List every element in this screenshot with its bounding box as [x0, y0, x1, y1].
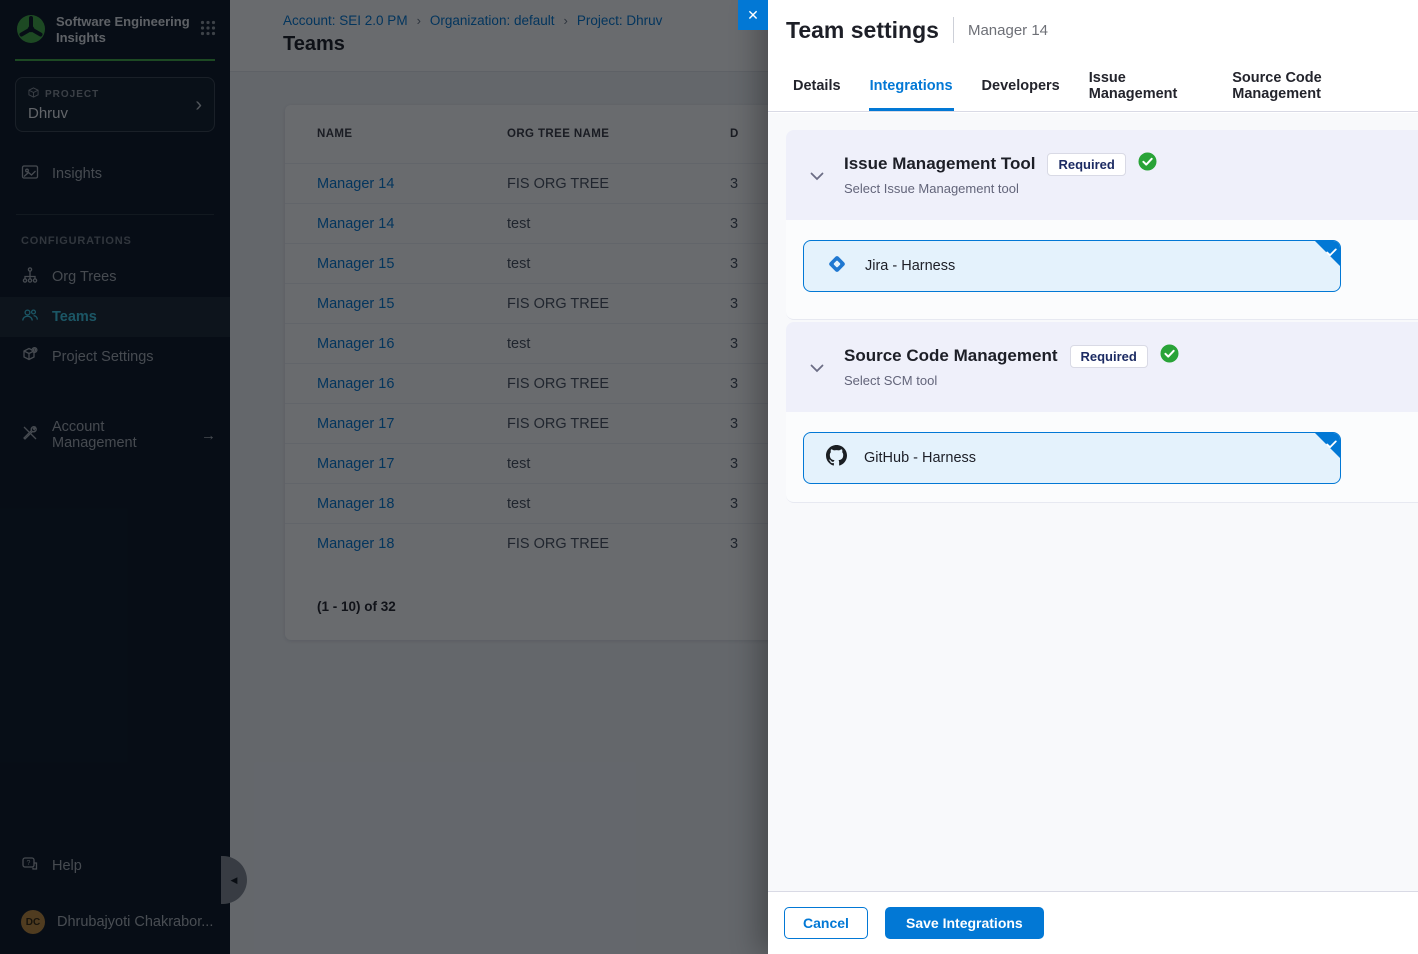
scm-panel: Source Code Management Required Select S…: [786, 322, 1418, 503]
issue-panel-header[interactable]: Issue Management Tool Required Select Is…: [786, 130, 1418, 220]
tab-source-code-management[interactable]: Source Code Management: [1231, 60, 1394, 111]
drawer-title: Team settings: [786, 17, 939, 44]
drawer-header: Team settings Manager 14: [768, 0, 1418, 60]
tab-details[interactable]: Details: [792, 60, 842, 111]
issue-management-panel: Issue Management Tool Required Select Is…: [786, 130, 1418, 320]
cancel-button[interactable]: Cancel: [784, 907, 868, 939]
selected-check-icon: [1326, 436, 1337, 454]
jira-card-label: Jira - Harness: [865, 258, 955, 274]
github-icon: [826, 445, 847, 471]
close-icon: ✕: [747, 7, 759, 24]
chevron-down-icon[interactable]: [810, 168, 824, 186]
jira-icon: [826, 253, 848, 280]
scm-panel-title-row: Source Code Management Required: [844, 344, 1418, 368]
tab-issue-management[interactable]: Issue Management: [1088, 60, 1205, 111]
required-badge: Required: [1070, 345, 1148, 368]
issue-panel-subtitle: Select Issue Management tool: [844, 181, 1418, 196]
issue-panel-title-row: Issue Management Tool Required: [844, 152, 1418, 176]
drawer-footer: Cancel Save Integrations: [768, 891, 1418, 954]
scm-panel-title: Source Code Management: [844, 346, 1058, 366]
check-circle-icon: [1160, 344, 1179, 368]
github-card-label: GitHub - Harness: [864, 450, 976, 466]
team-settings-drawer: ✕ Team settings Manager 14 Details Integ…: [768, 0, 1418, 954]
scm-panel-subtitle: Select SCM tool: [844, 373, 1418, 388]
drawer-content: Issue Management Tool Required Select Is…: [768, 113, 1418, 891]
check-circle-icon: [1138, 152, 1157, 176]
drawer-subtitle: Manager 14: [968, 22, 1048, 39]
tab-developers[interactable]: Developers: [981, 60, 1061, 111]
issue-panel-title: Issue Management Tool: [844, 154, 1035, 174]
jira-integration-card[interactable]: Jira - Harness: [803, 240, 1341, 292]
app-window: Software Engineering Insights PROJECT: [0, 0, 1418, 954]
issue-panel-body: Jira - Harness: [786, 220, 1418, 320]
title-divider: [953, 17, 954, 43]
modal-scrim[interactable]: [0, 0, 768, 954]
scm-panel-body: GitHub - Harness: [786, 412, 1418, 503]
drawer-tabbar: Details Integrations Developers Issue Ma…: [768, 60, 1418, 112]
close-button[interactable]: ✕: [738, 0, 768, 30]
chevron-down-icon[interactable]: [810, 360, 824, 378]
scm-panel-header[interactable]: Source Code Management Required Select S…: [786, 322, 1418, 412]
required-badge: Required: [1047, 153, 1125, 176]
selected-check-icon: [1326, 244, 1337, 262]
tab-integrations[interactable]: Integrations: [869, 60, 954, 111]
github-integration-card[interactable]: GitHub - Harness: [803, 432, 1341, 484]
save-integrations-button[interactable]: Save Integrations: [885, 907, 1044, 939]
